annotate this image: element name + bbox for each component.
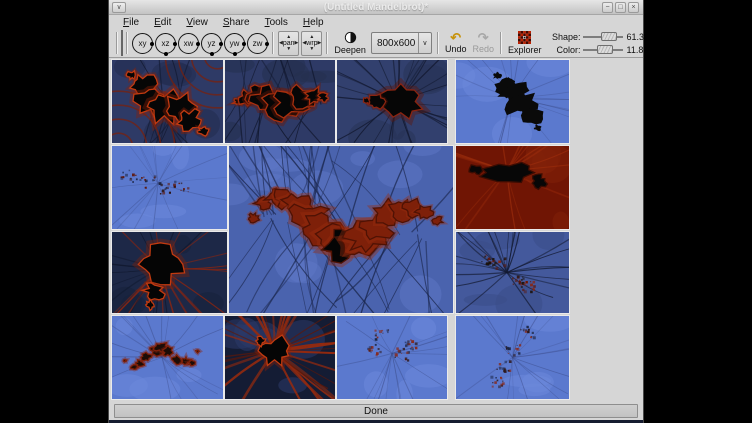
explorer-mutation-tile[interactable]	[337, 316, 447, 399]
close-button[interactable]: ×	[628, 2, 639, 13]
status-text: Done	[364, 406, 388, 417]
rotate-yz-button[interactable]: yz	[201, 33, 222, 54]
shape-slider-thumb[interactable]	[601, 32, 617, 41]
arrow-down-icon: ▼	[286, 47, 291, 52]
window-controls: − □ ×	[602, 2, 639, 13]
color-slider-value: 11.8	[626, 45, 650, 55]
pan-control[interactable]: ▲ ◀pan▶ ▼	[278, 31, 299, 56]
explorer-checker-icon	[518, 31, 531, 44]
explorer-mutation-tile[interactable]	[112, 60, 223, 143]
shape-slider-value: 61.3	[626, 32, 650, 42]
explorer-toggle-button[interactable]: Explorer	[505, 30, 545, 57]
status-bar: Done	[114, 404, 638, 418]
main-fractal-preview[interactable]	[229, 146, 453, 313]
mutation-sliders: Shape: 61.3 Color: 11.8	[546, 31, 650, 55]
shape-slider[interactable]	[583, 31, 623, 42]
rotate-xw-button[interactable]: xw	[178, 33, 199, 54]
arrow-down-icon: ▼	[309, 47, 314, 52]
resolution-value: 800x600	[372, 33, 418, 53]
arrow-right-icon: ▶	[295, 41, 299, 46]
explorer-mutation-tile[interactable]	[112, 232, 227, 313]
arrow-right-icon: ▶	[318, 41, 322, 46]
rotate-xz-button[interactable]: xz	[155, 33, 176, 54]
desktop-background: ∨ (Untitled Mandelbrot)* − □ × FileEditV…	[0, 0, 752, 423]
menu-help[interactable]: Help	[297, 17, 330, 28]
explorer-mutation-tile[interactable]	[112, 146, 227, 229]
shape-slider-label: Shape:	[546, 32, 580, 42]
explorer-mutation-tile[interactable]	[225, 316, 335, 399]
explorer-mutation-tile[interactable]	[456, 146, 569, 229]
toolbar-divider	[272, 32, 274, 54]
toolbar: xyxzxwyzywzw ▲ ◀pan▶ ▼ ▲ ◀wrp▶ ▼ Deepen	[109, 29, 643, 58]
chevron-down-icon: ∨	[116, 4, 121, 11]
rotation-buttons: xyxzxwyzywzw	[131, 33, 269, 54]
menu-edit[interactable]: Edit	[148, 17, 177, 28]
app-window: ∨ (Untitled Mandelbrot)* − □ × FileEditV…	[108, 0, 644, 423]
color-slider-label: Color:	[546, 45, 580, 55]
redo-arrow-icon: ↷	[478, 32, 489, 43]
toolbar-divider	[326, 32, 328, 54]
explorer-mutation-tile[interactable]	[112, 316, 223, 399]
explorer-mutation-tile[interactable]	[456, 316, 569, 399]
undo-button[interactable]: ↶ Undo	[442, 30, 470, 57]
title-bar[interactable]: ∨ (Untitled Mandelbrot)* − □ ×	[109, 0, 643, 15]
menu-file[interactable]: File	[117, 17, 145, 28]
explorer-label: Explorer	[508, 45, 542, 55]
rotate-zw-button[interactable]: zw	[247, 33, 268, 54]
explorer-mutation-tile[interactable]	[225, 60, 335, 143]
window-menu-button[interactable]: ∨	[112, 2, 126, 13]
redo-button: ↷ Redo	[469, 30, 497, 57]
explorer-mutation-tile[interactable]	[456, 60, 569, 143]
toolbar-handle	[116, 32, 118, 54]
color-slider-thumb[interactable]	[597, 45, 613, 54]
toolbar-divider	[126, 32, 128, 54]
menu-tools[interactable]: Tools	[259, 17, 294, 28]
explorer-mutation-tile[interactable]	[456, 232, 569, 313]
undo-label: Undo	[445, 44, 467, 54]
deepen-label: Deepen	[334, 45, 366, 55]
menu-view[interactable]: View	[180, 17, 214, 28]
chevron-down-icon: ∨	[418, 33, 431, 53]
menu-share[interactable]: Share	[217, 17, 256, 28]
color-slider[interactable]	[583, 44, 623, 55]
warp-control[interactable]: ▲ ◀wrp▶ ▼	[301, 31, 322, 56]
window-title: (Untitled Mandelbrot)*	[109, 2, 643, 13]
menubar: FileEditViewShareToolsHelp	[109, 16, 643, 29]
maximize-button[interactable]: □	[615, 2, 626, 13]
explorer-grid: Done	[109, 58, 643, 423]
half-circle-icon	[344, 31, 357, 44]
undo-arrow-icon: ↶	[450, 32, 461, 43]
redo-label: Redo	[472, 44, 494, 54]
resolution-select[interactable]: 800x600 ∨	[371, 32, 432, 54]
deepen-button[interactable]: Deepen	[331, 30, 369, 57]
toolbar-divider	[500, 32, 502, 54]
fractal-preview-button[interactable]	[121, 30, 123, 56]
minimize-button[interactable]: −	[602, 2, 613, 13]
rotate-xy-button[interactable]: xy	[132, 33, 153, 54]
toolbar-divider	[437, 32, 439, 54]
rotate-yw-button[interactable]: yw	[224, 33, 245, 54]
explorer-mutation-tile[interactable]	[337, 60, 447, 143]
